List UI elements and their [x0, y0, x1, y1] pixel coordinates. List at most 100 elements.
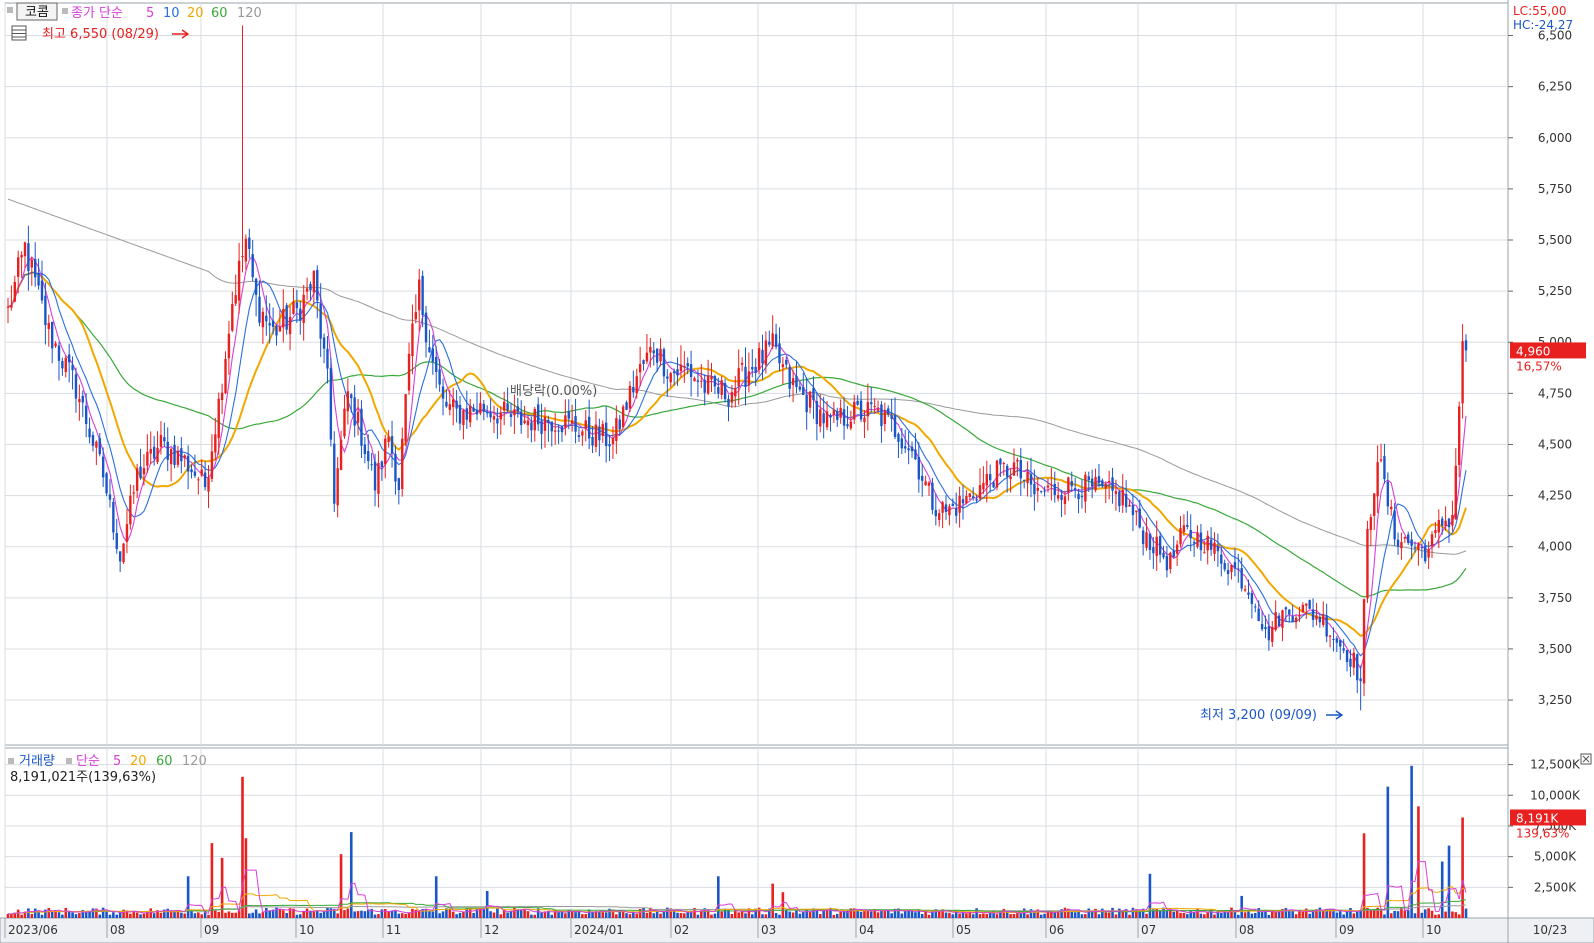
- candle-body[interactable]: [1308, 600, 1311, 609]
- candle-body[interactable]: [700, 380, 703, 382]
- volume-bar[interactable]: [1352, 913, 1356, 918]
- candle-body[interactable]: [16, 257, 20, 277]
- candle-body[interactable]: [1135, 510, 1138, 513]
- volume-bar[interactable]: [587, 909, 591, 918]
- candle-body[interactable]: [1376, 462, 1379, 497]
- volume-bar[interactable]: [1447, 845, 1451, 918]
- volume-bar[interactable]: [832, 914, 836, 918]
- candle-body[interactable]: [1165, 555, 1169, 571]
- volume-bar[interactable]: [958, 913, 961, 918]
- candle-body[interactable]: [1430, 534, 1434, 547]
- candle-body[interactable]: [275, 326, 278, 336]
- candle-body[interactable]: [645, 352, 649, 362]
- volume-bar[interactable]: [1022, 908, 1026, 918]
- candle-body[interactable]: [506, 403, 509, 411]
- candle-body[interactable]: [1226, 569, 1230, 575]
- candle-body[interactable]: [795, 375, 798, 388]
- volume-bar[interactable]: [129, 913, 132, 918]
- volume-bar[interactable]: [1413, 913, 1417, 918]
- candle-body[interactable]: [1441, 518, 1444, 526]
- candle-body[interactable]: [577, 435, 581, 438]
- candle-body[interactable]: [611, 438, 615, 445]
- price-ma-legend-10[interactable]: 10: [163, 6, 180, 21]
- volume-bar[interactable]: [985, 914, 989, 918]
- volume-bar[interactable]: [200, 914, 204, 918]
- candle-body[interactable]: [122, 543, 125, 563]
- volume-bar[interactable]: [1155, 908, 1159, 918]
- candle-body[interactable]: [40, 280, 44, 301]
- candle-body[interactable]: [1260, 623, 1264, 630]
- candle-body[interactable]: [1223, 563, 1226, 570]
- candle-body[interactable]: [200, 469, 203, 476]
- volume-bar[interactable]: [27, 908, 30, 918]
- volume-bar[interactable]: [1257, 908, 1260, 918]
- candle-body[interactable]: [142, 468, 146, 475]
- candle-body[interactable]: [649, 346, 652, 353]
- candle-body[interactable]: [10, 305, 13, 308]
- candle-body[interactable]: [961, 499, 965, 504]
- volume-bar[interactable]: [373, 914, 377, 918]
- volume-bar[interactable]: [377, 914, 380, 918]
- volume-bar[interactable]: [394, 910, 397, 918]
- volume-bar[interactable]: [1349, 908, 1352, 918]
- volume-bar[interactable]: [903, 910, 907, 918]
- volume-bar[interactable]: [859, 911, 863, 918]
- volume-bar[interactable]: [1383, 914, 1386, 918]
- volume-bar[interactable]: [1393, 910, 1396, 918]
- volume-bar[interactable]: [1175, 910, 1179, 918]
- volume-bar[interactable]: [1396, 911, 1400, 918]
- volume-bar[interactable]: [360, 910, 363, 918]
- candle-body[interactable]: [1152, 547, 1155, 554]
- candle-body[interactable]: [61, 361, 64, 369]
- volume-bar[interactable]: [1080, 914, 1084, 918]
- candle-body[interactable]: [985, 473, 988, 486]
- candle-body[interactable]: [761, 349, 764, 364]
- volume-bar[interactable]: [598, 911, 601, 918]
- candle-body[interactable]: [778, 343, 781, 364]
- candle-body[interactable]: [1294, 617, 1298, 623]
- volume-ma-legend-60[interactable]: 60: [156, 754, 173, 769]
- volume-bar[interactable]: [604, 912, 608, 918]
- candle-body[interactable]: [241, 256, 244, 258]
- candle-body[interactable]: [747, 371, 751, 386]
- volume-bar[interactable]: [468, 908, 472, 918]
- candle-body[interactable]: [1461, 341, 1464, 404]
- candle-body[interactable]: [57, 345, 61, 361]
- candle-body[interactable]: [995, 460, 999, 488]
- candle-body[interactable]: [1128, 504, 1131, 507]
- candle-body[interactable]: [1101, 480, 1104, 486]
- volume-bar[interactable]: [482, 908, 486, 918]
- candle-body[interactable]: [224, 358, 227, 393]
- volume-bar[interactable]: [560, 911, 564, 918]
- candle-body[interactable]: [1264, 627, 1267, 630]
- volume-bar[interactable]: [835, 913, 839, 918]
- candle-body[interactable]: [1203, 552, 1206, 554]
- candle-body[interactable]: [557, 430, 560, 432]
- volume-bar[interactable]: [645, 912, 649, 918]
- volume-bar[interactable]: [601, 911, 605, 918]
- candle-body[interactable]: [411, 323, 414, 357]
- volume-bar[interactable]: [1114, 914, 1118, 918]
- candle-body[interactable]: [584, 420, 587, 429]
- candle-body[interactable]: [1039, 490, 1043, 492]
- candle-body[interactable]: [139, 466, 142, 479]
- candle-body[interactable]: [1029, 474, 1033, 485]
- candle-body[interactable]: [91, 435, 95, 446]
- candle-body[interactable]: [839, 407, 842, 418]
- candle-body[interactable]: [836, 411, 839, 420]
- volume-bar[interactable]: [1019, 913, 1023, 918]
- volume-bar[interactable]: [750, 914, 754, 918]
- candle-body[interactable]: [1328, 635, 1332, 637]
- candle-body[interactable]: [183, 455, 186, 459]
- volume-bar[interactable]: [1111, 907, 1114, 918]
- candle-body[interactable]: [978, 485, 982, 499]
- candle-body[interactable]: [1097, 476, 1101, 483]
- volume-bar[interactable]: [662, 911, 666, 918]
- candle-body[interactable]: [581, 431, 584, 436]
- volume-bar[interactable]: [676, 912, 679, 918]
- candle-body[interactable]: [829, 414, 832, 418]
- candle-body[interactable]: [832, 409, 836, 415]
- candle-body[interactable]: [1138, 508, 1141, 528]
- candle-body[interactable]: [1111, 477, 1114, 491]
- candle-body[interactable]: [1186, 524, 1189, 527]
